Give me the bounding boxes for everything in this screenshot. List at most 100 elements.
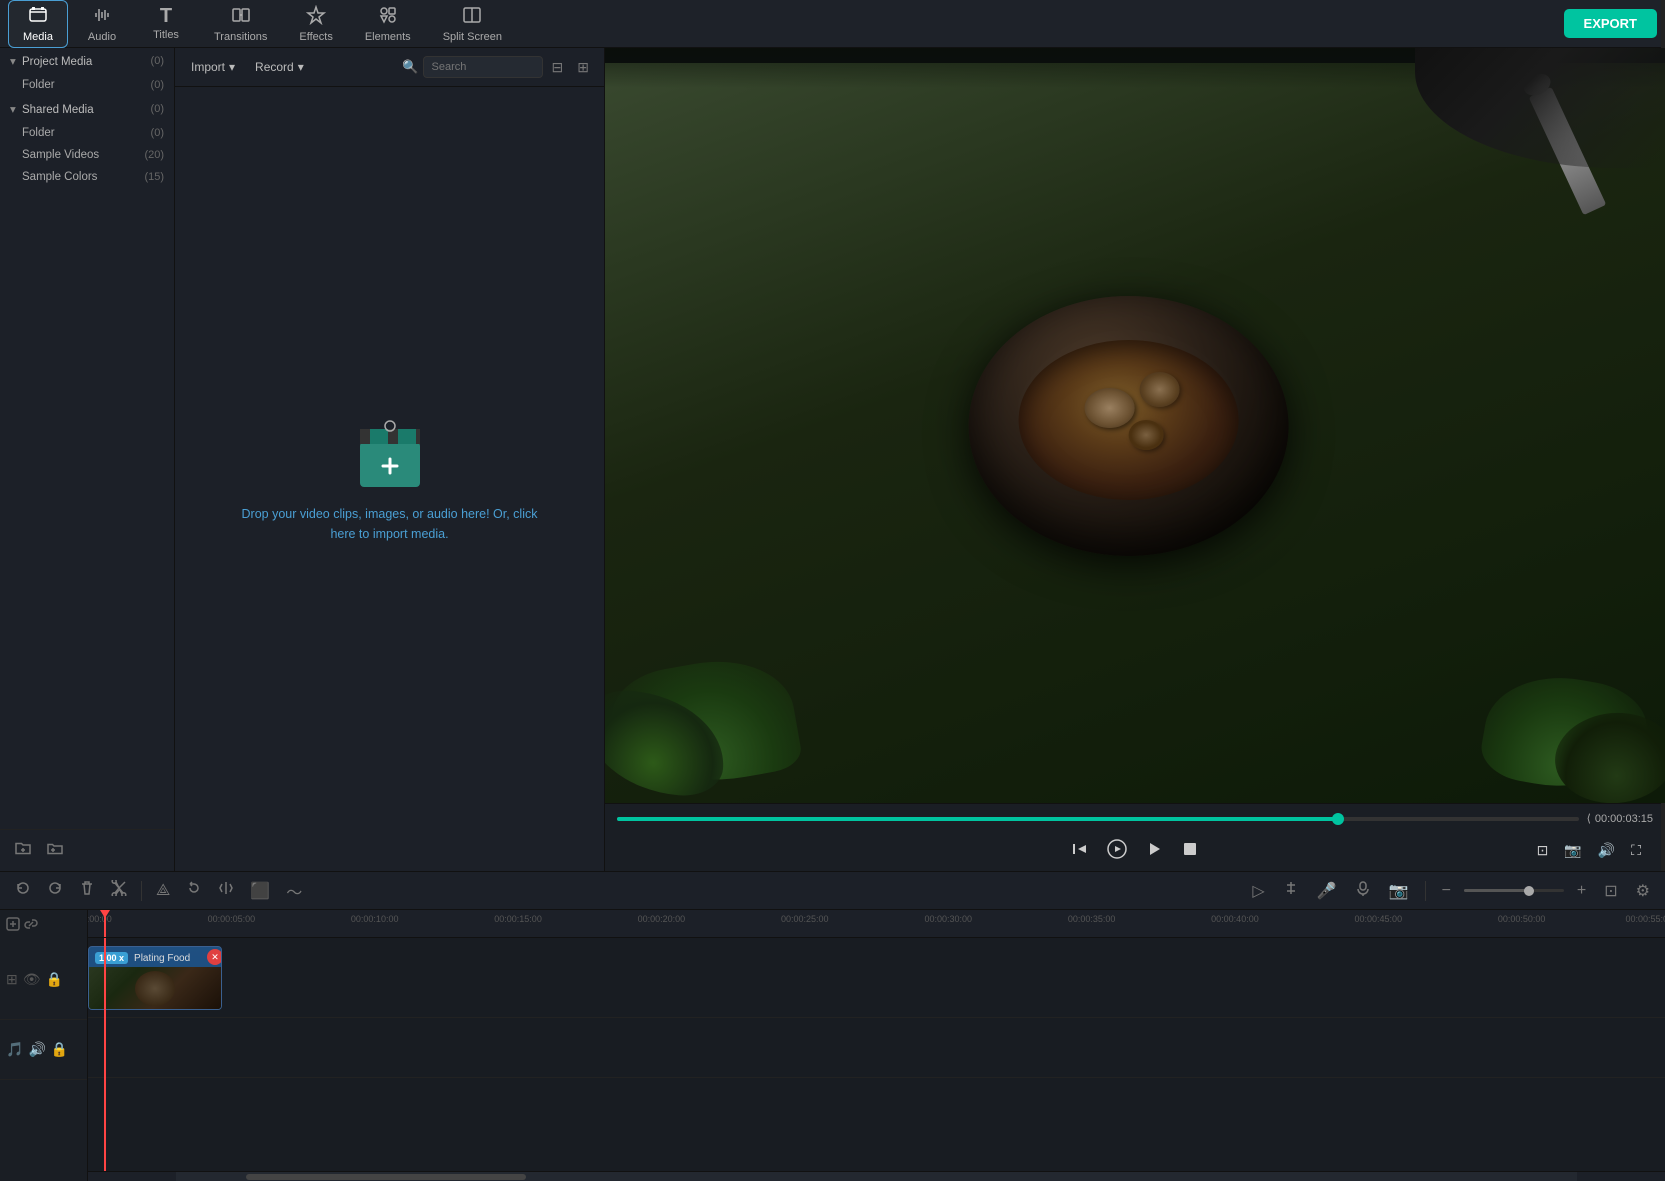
timecode-display: 00:00:03:15 bbox=[1595, 813, 1653, 825]
tab-transitions-label: Transitions bbox=[214, 31, 267, 43]
main-layout: ▾ Project Media (0) Folder (0) ▾ Shared … bbox=[0, 48, 1665, 871]
audio-track-row bbox=[88, 1018, 1665, 1078]
search-input[interactable] bbox=[423, 56, 543, 78]
screenshot-button[interactable]: 📷 bbox=[1560, 838, 1585, 863]
fullscreen-button[interactable]: ⛶ bbox=[1627, 838, 1645, 863]
sidebar-item-sample-colors[interactable]: Sample Colors (15) bbox=[0, 166, 174, 188]
audio-note-button[interactable]: 🎵 bbox=[6, 1041, 23, 1058]
drop-text[interactable]: Drop your video clips, images, or audio … bbox=[242, 504, 538, 544]
mirror-button[interactable] bbox=[213, 878, 239, 903]
tab-audio[interactable]: Audio bbox=[72, 1, 132, 47]
tab-effects[interactable]: Effects bbox=[285, 1, 346, 47]
audio-lock-button[interactable]: 🔒 bbox=[51, 1041, 68, 1058]
import-button[interactable]: Import ▾ bbox=[185, 56, 241, 78]
sidebar-item-project-media[interactable]: ▾ Project Media (0) bbox=[0, 48, 174, 74]
clip-thumbnail bbox=[89, 967, 221, 1009]
top-toolbar: Media Audio T Titles Transitions Effect bbox=[0, 0, 1665, 48]
crop-button[interactable]: ⟁ bbox=[151, 880, 175, 902]
ruler-label-30: 00:00:30:00 bbox=[924, 914, 972, 924]
tl-snap-button[interactable] bbox=[1278, 878, 1304, 903]
shared-media-count: (0) bbox=[151, 103, 164, 115]
sidebar-item-folder1[interactable]: Folder (0) bbox=[0, 74, 174, 96]
playback-row: ⊡ 📷 🔊 ⛶ bbox=[617, 829, 1653, 871]
media-drop-area[interactable]: Drop your video clips, images, or audio … bbox=[175, 87, 604, 871]
ruler-playhead[interactable] bbox=[104, 910, 106, 937]
grid-view-button[interactable]: ⊞ bbox=[572, 57, 594, 78]
media-icon bbox=[28, 5, 48, 28]
track-layers-button[interactable]: ⊞ bbox=[6, 971, 18, 988]
tl-mic-button[interactable]: 🎤 bbox=[1312, 879, 1342, 903]
clip-close-button[interactable]: ✕ bbox=[207, 949, 222, 965]
progress-fill bbox=[617, 817, 1338, 821]
tab-media[interactable]: Media bbox=[8, 0, 68, 48]
timeline-toolbar: ⟁ ⬛ 〜 ▷ 🎤 📷 − + ⊡ ⚙ bbox=[0, 872, 1665, 910]
tab-titles[interactable]: T Titles bbox=[136, 2, 196, 45]
import-chevron-icon: ▾ bbox=[229, 60, 235, 74]
scrollbar-thumb[interactable] bbox=[246, 1174, 526, 1180]
tl-settings-button[interactable]: ⚙ bbox=[1631, 879, 1655, 903]
add-subfolder-button[interactable] bbox=[42, 838, 68, 863]
track-visible-button[interactable]: 👁 bbox=[23, 971, 41, 988]
progress-bar-wrap: ⟨ 00:00:03:15 bbox=[617, 804, 1653, 829]
timeline-right-tools: ▷ 🎤 📷 − + ⊡ ⚙ bbox=[1247, 878, 1655, 903]
play-button[interactable] bbox=[1141, 836, 1167, 862]
progress-thumb[interactable] bbox=[1332, 813, 1344, 825]
toolbar-sep1 bbox=[141, 881, 142, 901]
tab-transitions[interactable]: Transitions bbox=[200, 1, 281, 47]
media-panel: Import ▾ Record ▾ 🔍 ⊟ ⊞ bbox=[175, 48, 605, 871]
tl-sep2 bbox=[1425, 881, 1426, 901]
ruler-label-35: 00:00:35:00 bbox=[1068, 914, 1116, 924]
progress-track[interactable] bbox=[617, 817, 1579, 821]
food bbox=[1019, 340, 1239, 500]
tl-zoom-out-button[interactable]: − bbox=[1437, 880, 1456, 902]
sidebar-item-folder2[interactable]: Folder (0) bbox=[0, 122, 174, 144]
split-button[interactable]: ⬛ bbox=[245, 879, 275, 903]
audio-icon bbox=[92, 5, 112, 28]
tl-camera-button[interactable]: 📷 bbox=[1384, 879, 1414, 903]
preview-video bbox=[605, 48, 1665, 803]
video-clip-1[interactable]: 1.00 x Plating Food ✕ bbox=[88, 946, 222, 1010]
stop-button[interactable] bbox=[1177, 836, 1203, 862]
filter-button[interactable]: ⊟ bbox=[547, 57, 569, 78]
search-area: 🔍 ⊟ ⊞ bbox=[402, 56, 594, 78]
tl-play-button[interactable]: ▷ bbox=[1247, 879, 1269, 903]
undo-button[interactable] bbox=[10, 878, 36, 903]
tl-voiceover-button[interactable] bbox=[1350, 878, 1376, 903]
ruler-label-55: 00:00:55:00 bbox=[1625, 914, 1665, 924]
clip-food-mini bbox=[135, 971, 175, 1006]
titles-icon: T bbox=[160, 6, 172, 26]
timecode-area: ⟨ 00:00:03:15 bbox=[1587, 812, 1653, 825]
redo-button[interactable] bbox=[42, 878, 68, 903]
play-pause-button[interactable] bbox=[1103, 835, 1131, 863]
add-track-button[interactable] bbox=[6, 917, 20, 934]
bowl bbox=[969, 296, 1289, 556]
sidebar-item-sample-videos[interactable]: Sample Videos (20) bbox=[0, 144, 174, 166]
cut-button[interactable] bbox=[106, 878, 132, 903]
delete-button[interactable] bbox=[74, 878, 100, 903]
add-folder-button[interactable] bbox=[10, 838, 36, 863]
tl-zoom-thumb[interactable] bbox=[1524, 886, 1534, 896]
step-back-button[interactable] bbox=[1067, 836, 1093, 862]
ruler-label-15: 00:00:15:00 bbox=[494, 914, 542, 924]
track-lock-button[interactable]: 🔒 bbox=[46, 971, 63, 988]
tl-zoom-track[interactable] bbox=[1464, 889, 1564, 892]
record-button[interactable]: Record ▾ bbox=[249, 56, 310, 78]
shared-media-label: Shared Media bbox=[22, 104, 94, 116]
tab-elements[interactable]: Elements bbox=[351, 1, 425, 47]
record-label: Record bbox=[255, 60, 294, 74]
audio-speaker-button[interactable]: 🔊 bbox=[28, 1041, 45, 1058]
tl-zoom-in-button[interactable]: + bbox=[1572, 880, 1591, 902]
playhead[interactable] bbox=[104, 938, 106, 1171]
tl-fit-button[interactable]: ⊡ bbox=[1599, 879, 1622, 903]
audio-detach-button[interactable]: 〜 bbox=[281, 877, 307, 905]
revert-button[interactable] bbox=[181, 878, 207, 903]
ruler-label-20: 00:00:20:00 bbox=[638, 914, 686, 924]
sidebar-item-shared-media[interactable]: ▾ Shared Media (0) bbox=[0, 96, 174, 122]
volume-button[interactable]: 🔊 bbox=[1594, 838, 1619, 863]
tl-zoom-fill bbox=[1464, 889, 1529, 892]
export-button[interactable]: EXPORT bbox=[1564, 9, 1657, 38]
tab-splitscreen[interactable]: Split Screen bbox=[429, 1, 516, 47]
link-button[interactable] bbox=[24, 917, 38, 934]
screen-fit-button[interactable]: ⊡ bbox=[1533, 838, 1553, 863]
transitions-icon bbox=[231, 5, 251, 28]
